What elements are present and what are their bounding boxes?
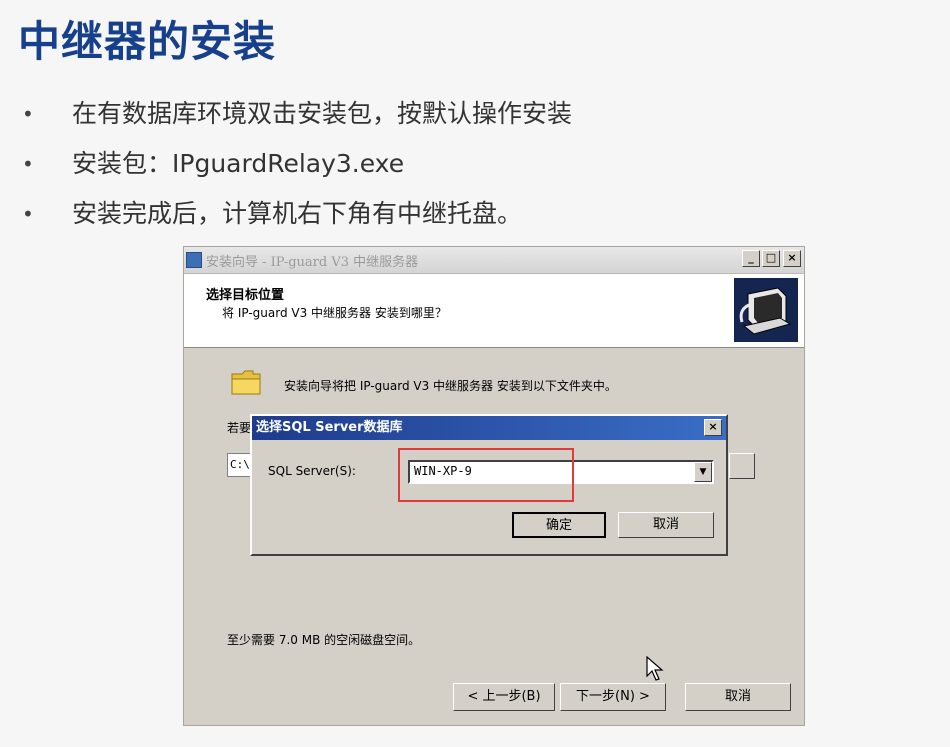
wizard-header: 选择目标位置 将 IP-guard V3 中继服务器 安装到哪里？: [184, 274, 804, 348]
installer-title: 安装向导 - IP-guard V3 中继服务器: [206, 254, 419, 270]
bullet-item: • 安装完成后，计算机右下角有中继托盘。: [22, 192, 572, 242]
dialog-cancel-button[interactable]: 取消: [618, 512, 714, 538]
bullet-dot: •: [22, 102, 34, 126]
partially-hidden-label: 若要: [227, 421, 252, 435]
close-button[interactable]: ×: [783, 250, 801, 267]
annotation-highlight-box: [398, 448, 574, 502]
wizard-step-subtitle: 将 IP-guard V3 中继服务器 安装到哪里？: [222, 306, 447, 320]
setup-app-icon: [186, 252, 202, 268]
install-location-description: 安装向导将把 IP-guard V3 中继服务器 安装到以下文件夹中。: [284, 379, 617, 393]
dialog-close-button[interactable]: ×: [704, 419, 722, 436]
dialog-title: 选择SQL Server数据库: [256, 420, 403, 435]
installer-titlebar[interactable]: 安装向导 - IP-guard V3 中继服务器 _ □ ×: [184, 247, 804, 274]
chevron-down-icon[interactable]: ▼: [694, 462, 712, 482]
bullet-list: • 在有数据库环境双击安装包，按默认操作安装 • 安装包：IPguardRela…: [22, 92, 572, 242]
sql-server-dialog: 选择SQL Server数据库 × SQL Server(S): WIN-XP-…: [250, 414, 728, 556]
bullet-item: • 安装包：IPguardRelay3.exe: [22, 142, 572, 192]
dialog-titlebar[interactable]: 选择SQL Server数据库 ×: [252, 416, 726, 440]
next-button[interactable]: 下一步(N) >: [560, 683, 666, 711]
back-button[interactable]: < 上一步(B): [453, 683, 555, 711]
mouse-cursor-icon: [646, 656, 664, 681]
wizard-step-title: 选择目标位置: [206, 288, 285, 303]
bullet-item: • 在有数据库环境双击安装包，按默认操作安装: [22, 92, 572, 142]
maximize-button[interactable]: □: [762, 250, 780, 267]
browse-button[interactable]: [729, 453, 755, 479]
installer-cancel-button[interactable]: 取消: [685, 683, 791, 711]
disk-space-requirement: 至少需要 7.0 MB 的空闲磁盘空间。: [227, 633, 421, 647]
sql-server-label: SQL Server(S):: [268, 464, 356, 478]
minimize-button[interactable]: _: [742, 250, 760, 267]
bullet-dot: •: [22, 152, 34, 176]
folder-icon: [231, 370, 261, 395]
slide-title: 中继器的安装: [18, 17, 277, 66]
bullet-text: 安装包：IPguardRelay3.exe: [72, 149, 405, 178]
ok-button[interactable]: 确定: [512, 512, 606, 538]
bullet-text: 安装完成后，计算机右下角有中继托盘。: [72, 199, 523, 228]
bullet-text: 在有数据库环境双击安装包，按默认操作安装: [72, 99, 573, 128]
bullet-dot: •: [22, 202, 34, 226]
computer-install-icon: [734, 278, 798, 342]
